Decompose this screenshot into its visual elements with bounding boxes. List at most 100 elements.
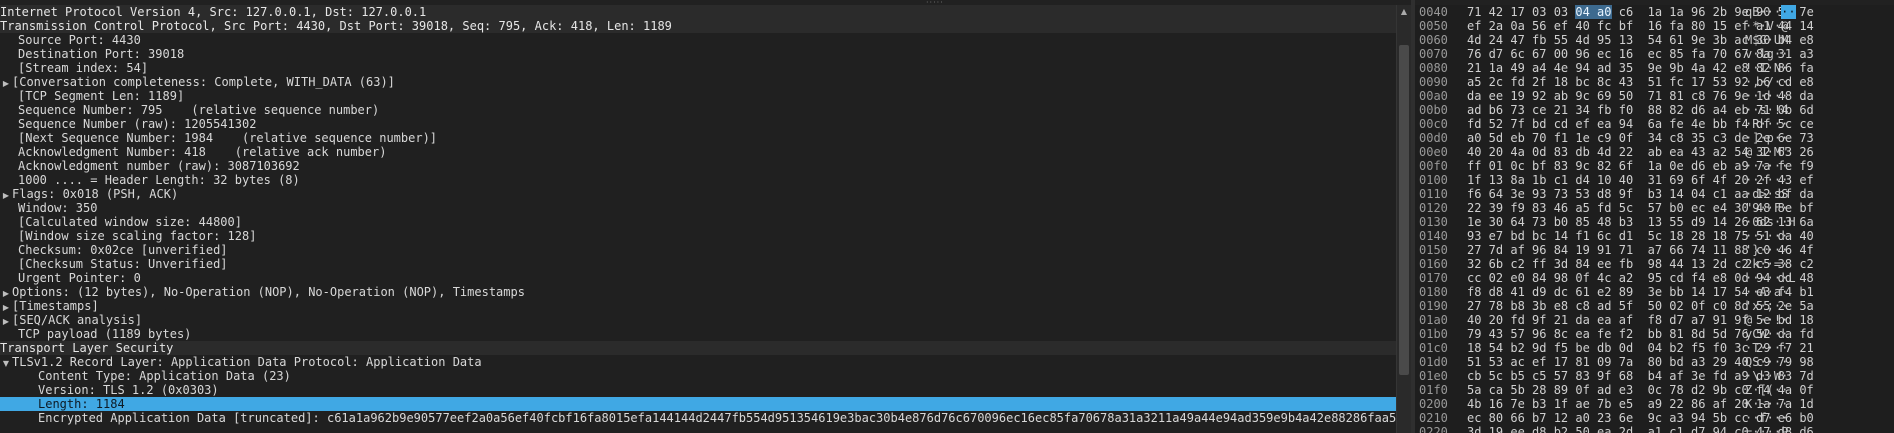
hex-row[interactable]: 00d0 a0 5d eb 70 f1 1e c9 0f 34 c8 35 c3 … xyxy=(1415,131,1894,145)
tree-row[interactable]: [TCP Segment Len: 1189] xyxy=(0,89,1396,103)
tree-row[interactable]: 1000 .... = Header Length: 32 bytes (8) xyxy=(0,173,1396,187)
scrollbar-thumb[interactable] xyxy=(1399,45,1409,375)
tree-row[interactable]: [Checksum Status: Unverified] xyxy=(0,257,1396,271)
ascii-dump[interactable]: ······ xyxy=(1745,229,1788,243)
ascii-dump[interactable]: ·\··W· xyxy=(1745,369,1788,383)
tree-row[interactable]: Acknowledgment number (raw): 3087103692 xyxy=(0,159,1396,173)
tree-row[interactable]: TCP payload (1189 bytes) xyxy=(0,327,1396,341)
hex-row[interactable]: 00b0 ad b6 73 ce 21 34 fb f0 88 82 d6 a4 … xyxy=(1415,103,1894,117)
ascii-dump[interactable]: ·*·V·@ xyxy=(1745,19,1788,33)
tree-row[interactable]: Source Port: 4430 xyxy=(0,33,1396,47)
tree-row[interactable]: [Window size scaling factor: 128] xyxy=(0,229,1396,243)
ascii-dump[interactable]: Z·[(·· xyxy=(1745,383,1788,397)
ascii-dump[interactable]: v·lg·· xyxy=(1745,47,1788,61)
details-vertical-scrollbar[interactable]: ▲ xyxy=(1396,5,1411,433)
hex-row[interactable]: 0100 1f 13 8a 1b c1 d4 10 40 31 69 6f 4f … xyxy=(1415,173,1894,187)
ascii-dump[interactable]: ······ xyxy=(1745,159,1788,173)
ascii-dump[interactable]: @ J·M" xyxy=(1745,145,1788,159)
ascii-dump[interactable]: '}···· xyxy=(1745,243,1788,257)
tree-row[interactable]: Version: TLS 1.2 (0x0303) xyxy=(0,383,1396,397)
collapse-arrow-icon[interactable]: ▼ xyxy=(0,357,12,369)
expand-arrow-icon[interactable]: ▶ xyxy=(0,315,12,327)
hex-row[interactable]: 0220 3d 19 ee d8 b2 50 ea 2d a1 c1 d7 94 … xyxy=(1415,425,1894,433)
ascii-dump[interactable]: ······ xyxy=(1745,89,1788,103)
hex-row[interactable]: 00a0 da ee 19 92 ab 9c 69 50 71 81 c8 76 … xyxy=(1415,89,1894,103)
hex-row[interactable]: 0090 a5 2c fd 2f 18 bc 8c 43 51 fc 17 53 … xyxy=(1415,75,1894,89)
ascii-dump[interactable]: =····P xyxy=(1745,425,1788,433)
hex-row[interactable]: 0200 4b 16 7e b3 1f ae 7b e5 a9 22 86 af … xyxy=(1415,397,1894,411)
hex-row[interactable]: 0110 f6 64 3e 93 73 53 d8 9f b3 14 04 c1 … xyxy=(1415,187,1894,201)
hex-row[interactable]: 0120 22 39 f9 83 46 a5 fd 5c 57 b0 ec e4 … xyxy=(1415,201,1894,215)
hex-row[interactable]: 01f0 5a ca 5b 28 89 0f ad e3 0c 78 d2 9b … xyxy=(1415,383,1894,397)
hex-row[interactable]: 00c0 fd 52 7f bd cd ef ea 94 6a fe 4e bb … xyxy=(1415,117,1894,131)
ascii-dump[interactable]: 2k··=· xyxy=(1745,257,1788,271)
ascii-dump[interactable]: M$G·UM xyxy=(1745,33,1788,47)
ascii-dump[interactable]: ·d>·sS xyxy=(1745,187,1788,201)
hex-row[interactable]: 01e0 cb 5c b5 c5 57 83 9f 68 b4 af 3e fd … xyxy=(1415,369,1894,383)
ascii-dump[interactable]: ·,·/·· xyxy=(1745,75,1788,89)
packet-bytes-pane[interactable]: 0040 71 42 17 03 03 04 a0 c6 1a 1a 96 2b … xyxy=(1415,5,1894,433)
ascii-dump[interactable]: ·T···· xyxy=(1745,341,1788,355)
hex-row[interactable]: 0060 4d 24 47 fb 55 4d 95 13 54 61 9e 3b … xyxy=(1415,33,1894,47)
ascii-dump[interactable]: ··f··· xyxy=(1745,411,1788,425)
ascii-dump[interactable]: 'x·;·· xyxy=(1745,299,1788,313)
tree-row[interactable]: Internet Protocol Version 4, Src: 127.0.… xyxy=(0,5,1396,19)
expand-arrow-icon[interactable]: ▶ xyxy=(0,189,12,201)
scroll-up-arrow-icon[interactable]: ▲ xyxy=(1397,5,1411,19)
tree-row[interactable]: ▶ [Conversation completeness: Complete, W… xyxy=(0,75,1396,89)
ascii-dump[interactable]: ······L xyxy=(1745,271,1796,285)
ascii-dump[interactable]: yCW··· xyxy=(1745,327,1788,341)
hex-row[interactable]: 01b0 79 43 57 96 8c ea fe f2 bb 81 8d 5d … xyxy=(1415,327,1894,341)
tree-row[interactable]: Sequence Number: 795 (relative sequence … xyxy=(0,103,1396,117)
hex-row[interactable]: 0160 32 6b c2 ff 3d 84 ee fb 98 44 13 2d … xyxy=(1415,257,1894,271)
expand-arrow-icon[interactable]: ▶ xyxy=(0,77,12,89)
ascii-dump[interactable]: ·0ds··H xyxy=(1745,215,1796,229)
ascii-dump[interactable]: ······ xyxy=(1745,173,1788,187)
hex-row[interactable]: 01d0 51 53 ac ef 17 81 09 7a 80 bd a3 29 … xyxy=(1415,355,1894,369)
tree-row[interactable]: [Stream index: 54] xyxy=(0,61,1396,75)
hex-row[interactable]: 0050 ef 2a 0a 56 ef 40 fc bf 16 fa 80 15 … xyxy=(1415,19,1894,33)
ascii-dump[interactable]: ··s·!4 xyxy=(1745,103,1788,117)
ascii-dump[interactable]: !·I·N· xyxy=(1745,61,1788,75)
ascii-dump[interactable]: ·]·p·· xyxy=(1745,131,1788,145)
tree-row[interactable]: [Next Sequence Number: 1984 (relative se… xyxy=(0,131,1396,145)
expand-arrow-icon[interactable]: ▶ xyxy=(0,301,12,313)
ascii-dump[interactable]: "9··F· xyxy=(1745,201,1788,215)
tree-row[interactable]: Transport Layer Security xyxy=(0,341,1396,355)
hex-row[interactable]: 0130 1e 30 64 73 b0 85 48 b3 13 55 d9 14 … xyxy=(1415,215,1894,229)
tree-row[interactable]: Sequence Number (raw): 1205541302 xyxy=(0,117,1396,131)
tree-row[interactable]: ▶ [SEQ/ACK analysis] xyxy=(0,313,1396,327)
tree-row[interactable]: Content Type: Application Data (23) xyxy=(0,369,1396,383)
tree-row[interactable]: ▶ [Timestamps] xyxy=(0,299,1396,313)
tree-row[interactable]: ▶ Flags: 0x018 (PSH, ACK) xyxy=(0,187,1396,201)
tree-row[interactable]: ▼ TLSv1.2 Record Layer: Application Data … xyxy=(0,355,1396,369)
packet-details-pane[interactable]: Internet Protocol Version 4, Src: 127.0.… xyxy=(0,5,1396,433)
tree-row[interactable]: [Calculated window size: 44800] xyxy=(0,215,1396,229)
expand-arrow-icon[interactable]: ▶ xyxy=(0,287,12,299)
hex-row[interactable]: 0070 76 d7 6c 67 00 96 ec 16 ec 85 fa 70 … xyxy=(1415,47,1894,61)
tree-row[interactable]: Transmission Control Protocol, Src Port:… xyxy=(0,19,1396,33)
hex-row[interactable]: 01c0 18 54 b2 9d f5 be db 0d 04 b2 f5 f0 … xyxy=(1415,341,1894,355)
hex-row[interactable]: 0040 71 42 17 03 03 04 a0 c6 1a 1a 96 2b … xyxy=(1415,5,1894,19)
ascii-dump[interactable]: K·~··· xyxy=(1745,397,1788,411)
tree-row[interactable]: Window: 350 xyxy=(0,201,1396,215)
ascii-dump[interactable]: @ ··!· xyxy=(1745,313,1788,327)
ascii-dump[interactable]: QS···· xyxy=(1745,355,1788,369)
hex-row[interactable]: 0150 27 7d af 96 84 19 91 71 a7 66 74 11 … xyxy=(1415,243,1894,257)
hex-row[interactable]: 01a0 40 20 fd 9f 21 da ea af f8 d7 a7 91 … xyxy=(1415,313,1894,327)
hex-row[interactable]: 0140 93 e7 bd bc 14 f1 6c d1 5c 18 28 18 … xyxy=(1415,229,1894,243)
tree-row[interactable]: Acknowledgment Number: 418 (relative ack… xyxy=(0,145,1396,159)
tree-row[interactable]: ▶ Options: (12 bytes), No-Operation (NOP)… xyxy=(0,285,1396,299)
hex-row[interactable]: 0180 f8 d8 41 d9 dc 61 e2 89 3e bb 14 17 … xyxy=(1415,285,1894,299)
ascii-dump[interactable]: ··A·a· xyxy=(1745,285,1788,299)
hex-row[interactable]: 0080 21 1a 49 a4 4e 94 ad 35 9e 9b 4a 42 … xyxy=(1415,61,1894,75)
ascii-dump[interactable]: ·R···· xyxy=(1745,117,1788,131)
hex-row[interactable]: 0210 ec 80 66 b7 12 a0 23 6e 9c a3 94 5b … xyxy=(1415,411,1894,425)
hex-row[interactable]: 00f0 ff 01 0c bf 83 9c 82 6f 1a 0e d6 eb … xyxy=(1415,159,1894,173)
hex-row[interactable]: 0170 cc 02 e0 84 98 0f 4c a2 95 cd f4 e8 … xyxy=(1415,271,1894,285)
hex-row[interactable]: 0190 27 78 b8 3b e8 c8 ad 5f 50 02 0f c0 … xyxy=(1415,299,1894,313)
tree-row[interactable]: Urgent Pointer: 0 xyxy=(0,271,1396,285)
tree-row[interactable]: Checksum: 0x02ce [unverified] xyxy=(0,243,1396,257)
hex-row[interactable]: 00e0 40 20 4a 0d 83 db 4d 22 ab ea 43 a2 … xyxy=(1415,145,1894,159)
ascii-dump[interactable]: qB····· xyxy=(1745,5,1796,19)
